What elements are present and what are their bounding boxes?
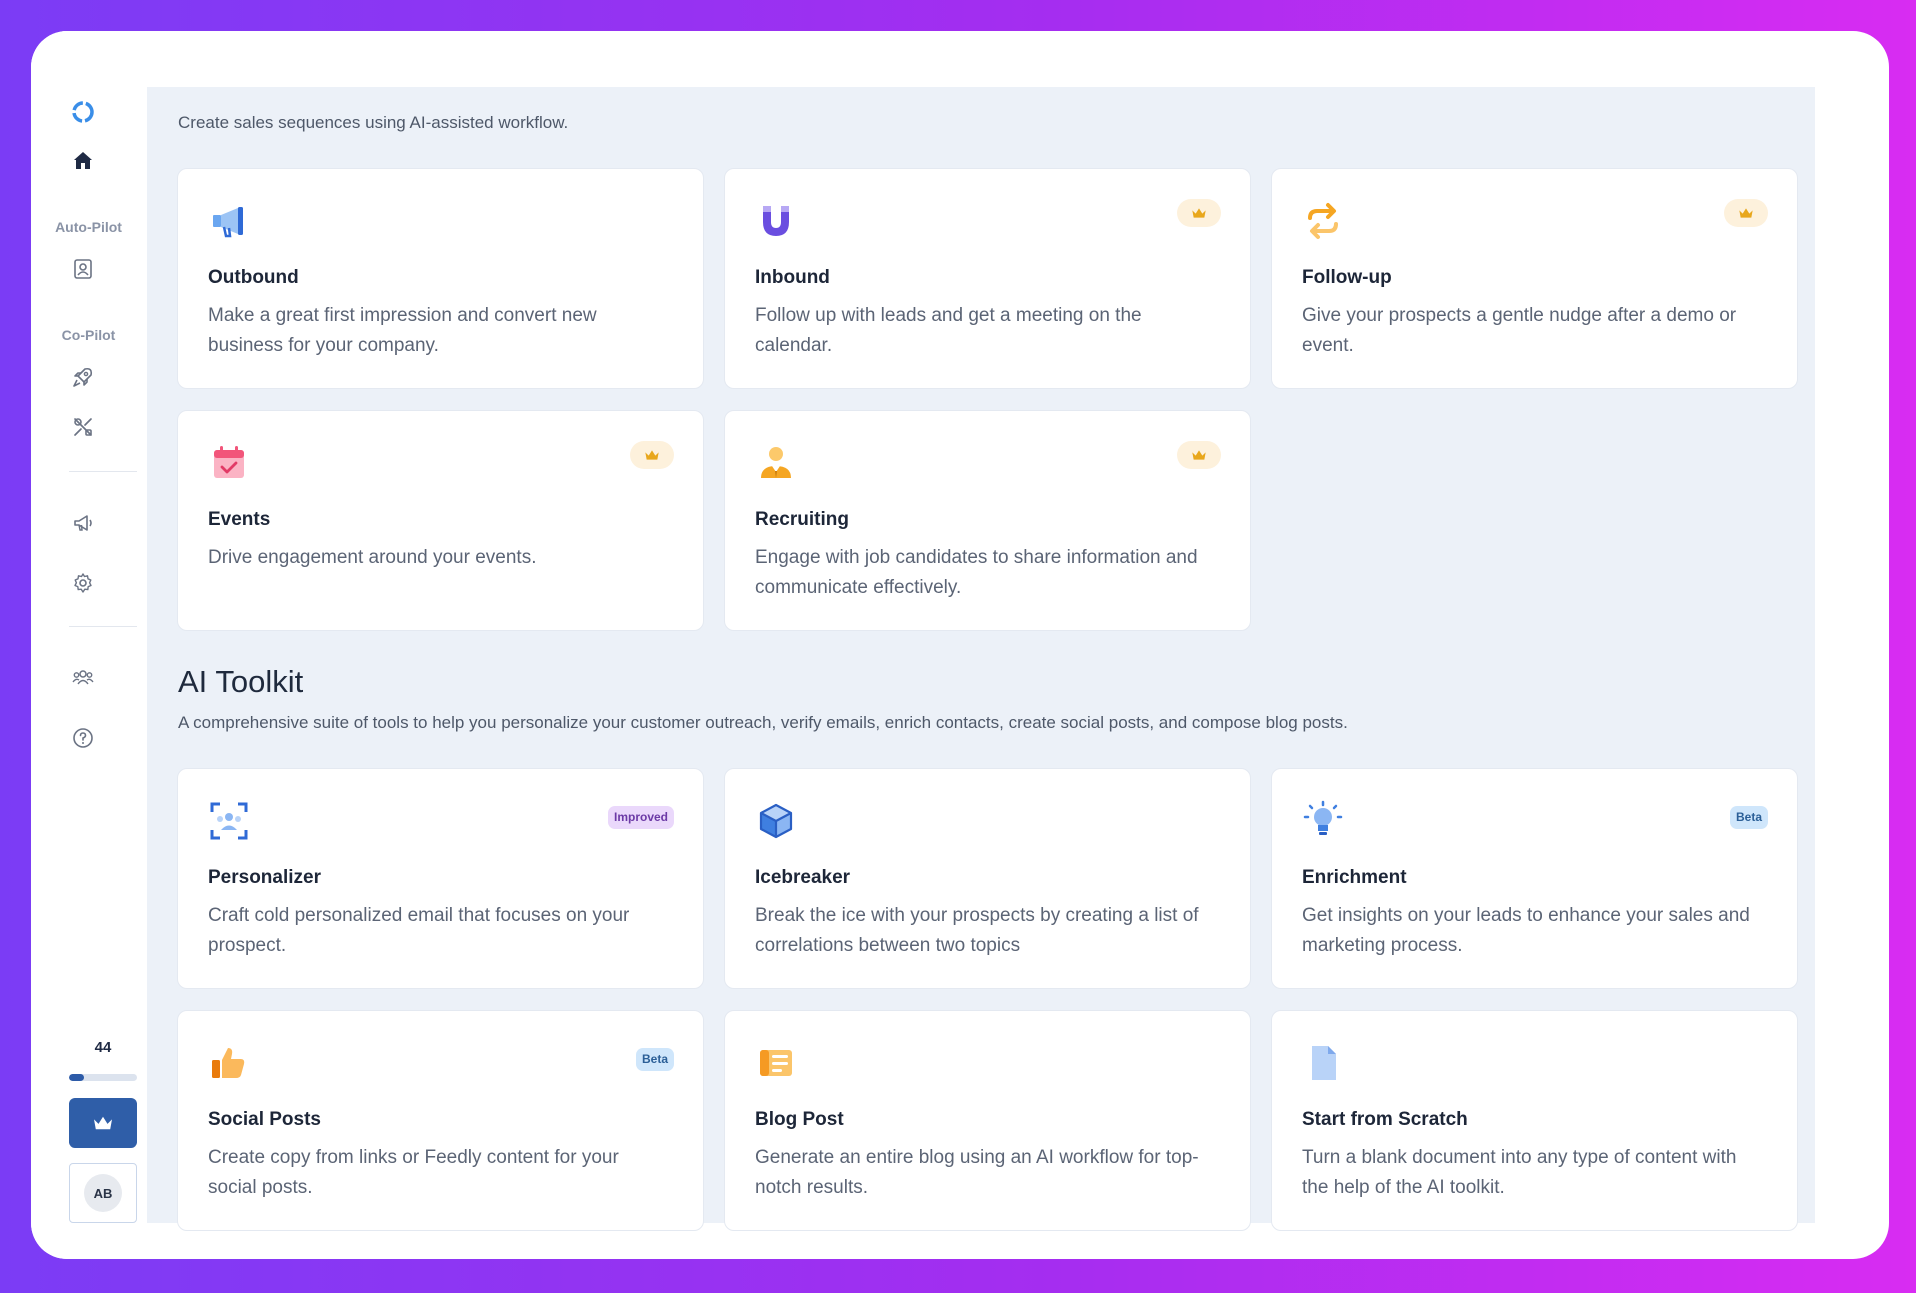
upgrade-button[interactable] xyxy=(69,1098,137,1148)
user-menu[interactable]: AB xyxy=(69,1163,137,1223)
section-title-ai-toolkit: AI Toolkit xyxy=(178,664,304,699)
megaphone-icon xyxy=(207,199,251,243)
card-title: Icebreaker xyxy=(755,867,851,888)
rocket-icon[interactable] xyxy=(68,362,98,392)
crown-icon xyxy=(645,450,659,460)
cube-icon xyxy=(754,799,798,843)
lightbulb-icon xyxy=(1301,799,1345,843)
crown-icon xyxy=(1739,208,1753,218)
calendar-icon xyxy=(207,441,251,485)
main-content: Create sales sequences using AI-assisted… xyxy=(147,87,1815,1231)
credits-progress-fill xyxy=(69,1074,84,1081)
card-title: Events xyxy=(208,509,271,530)
card-icebreaker[interactable]: Icebreaker Break the ice with your prosp… xyxy=(724,768,1251,989)
card-description: Follow up with leads and get a meeting o… xyxy=(755,305,1142,356)
credits-progress-bar xyxy=(69,1074,137,1081)
beta-badge: Beta xyxy=(635,1048,674,1071)
repeat-arrows-icon xyxy=(1301,199,1345,243)
card-description: Get insights on your leads to enhance yo… xyxy=(1302,905,1750,956)
crown-icon xyxy=(94,1116,112,1130)
app-frame: Auto-Pilot Co-Pilot 44 AB Create sales s… xyxy=(31,31,1889,1259)
gear-icon[interactable] xyxy=(68,568,98,598)
sequences-subtitle: Create sales sequences using AI-assisted… xyxy=(178,113,569,132)
premium-badge xyxy=(1724,199,1768,227)
card-start-from-scratch[interactable]: Start from Scratch Turn a blank document… xyxy=(1271,1010,1798,1231)
megaphone-icon[interactable] xyxy=(68,508,98,538)
card-enrichment[interactable]: Beta Enrichment Get insights on your lea… xyxy=(1271,768,1798,989)
improved-badge: Improved xyxy=(607,806,674,829)
home-icon[interactable] xyxy=(68,146,98,176)
card-description: Craft cold personalized email that focus… xyxy=(208,905,630,956)
card-description: Create copy from links or Feedly content… xyxy=(208,1147,619,1198)
card-events[interactable]: Events Drive engagement around your even… xyxy=(177,410,704,631)
card-description: Make a great first impression and conver… xyxy=(208,305,597,356)
credits-count: 44 xyxy=(94,1039,112,1056)
magnet-icon xyxy=(754,199,798,243)
card-title: Recruiting xyxy=(755,509,849,530)
tools-icon[interactable] xyxy=(68,412,98,442)
card-description: Engage with job candidates to share info… xyxy=(755,547,1198,598)
crown-icon xyxy=(1192,208,1206,218)
sidebar: Auto-Pilot Co-Pilot 44 AB xyxy=(31,31,146,1259)
avatar: AB xyxy=(84,1174,122,1212)
premium-badge xyxy=(1177,441,1221,469)
card-description: Drive engagement around your events. xyxy=(208,547,537,568)
help-icon[interactable] xyxy=(68,723,98,753)
card-follow-up[interactable]: Follow-up Give your prospects a gentle n… xyxy=(1271,168,1798,389)
card-title: Blog Post xyxy=(755,1109,844,1130)
beta-badge: Beta xyxy=(1729,806,1768,829)
card-blog-post[interactable]: Blog Post Generate an entire blog using … xyxy=(724,1010,1251,1231)
card-inbound[interactable]: Inbound Follow up with leads and get a m… xyxy=(724,168,1251,389)
document-icon xyxy=(1301,1041,1345,1085)
auto-pilot-label: Auto-Pilot xyxy=(55,219,122,235)
card-title: Follow-up xyxy=(1302,267,1392,288)
premium-badge xyxy=(1177,199,1221,227)
card-title: Start from Scratch xyxy=(1302,1109,1468,1130)
card-title: Inbound xyxy=(755,267,830,288)
recruiter-icon xyxy=(754,441,798,485)
team-icon[interactable] xyxy=(68,662,98,692)
card-title: Social Posts xyxy=(208,1109,321,1130)
card-personalizer[interactable]: Improved Personalizer Craft cold persona… xyxy=(177,768,704,989)
logo-icon[interactable] xyxy=(68,97,98,127)
card-description: Generate an entire blog using an AI work… xyxy=(755,1147,1199,1198)
crown-icon xyxy=(1192,450,1206,460)
card-description: Turn a blank document into any type of c… xyxy=(1302,1147,1737,1198)
thumbs-up-icon xyxy=(207,1041,251,1085)
card-title: Personalizer xyxy=(208,867,321,888)
premium-badge xyxy=(630,441,674,469)
toolkit-subtitle: A comprehensive suite of tools to help y… xyxy=(178,713,1348,732)
blog-icon xyxy=(754,1041,798,1085)
sidebar-divider xyxy=(69,471,137,472)
card-description: Break the ice with your prospects by cre… xyxy=(755,905,1199,956)
card-title: Outbound xyxy=(208,267,299,288)
card-outbound[interactable]: Outbound Make a great first impression a… xyxy=(177,168,704,389)
card-recruiting[interactable]: Recruiting Engage with job candidates to… xyxy=(724,410,1251,631)
card-title: Enrichment xyxy=(1302,867,1407,888)
face-scan-icon xyxy=(207,799,251,843)
contact-card-icon[interactable] xyxy=(68,254,98,284)
card-description: Give your prospects a gentle nudge after… xyxy=(1302,305,1737,356)
co-pilot-label: Co-Pilot xyxy=(61,327,116,343)
sidebar-divider xyxy=(69,626,137,627)
card-social-posts[interactable]: Beta Social Posts Create copy from links… xyxy=(177,1010,704,1231)
